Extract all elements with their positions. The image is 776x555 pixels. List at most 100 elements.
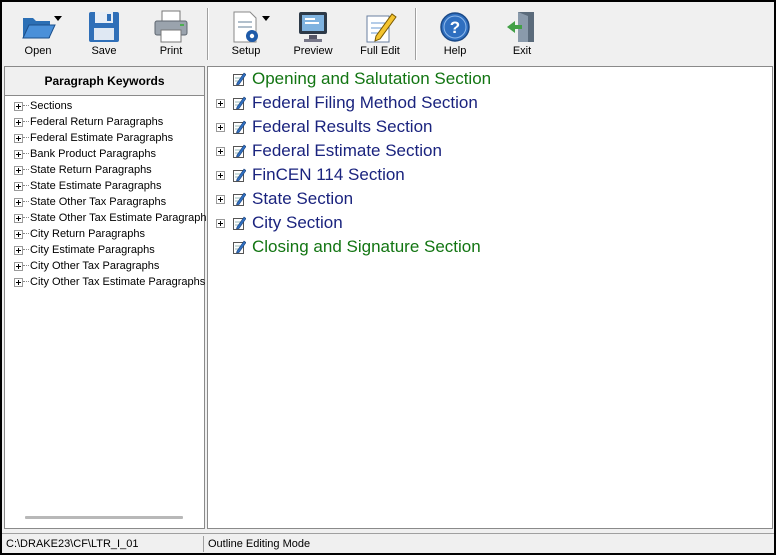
help-label: Help [443, 45, 467, 57]
document-edit-icon [233, 96, 246, 110]
expand-icon[interactable] [14, 262, 23, 271]
tree-item-label: State Return Paragraphs [30, 164, 152, 176]
tree-connector [23, 249, 29, 250]
tree-item-federal-return[interactable]: Federal Return Paragraphs [5, 114, 204, 130]
tree-item-state-return[interactable]: State Return Paragraphs [5, 162, 204, 178]
tree-item-state-other-tax[interactable]: State Other Tax Paragraphs [5, 194, 204, 210]
outline-section-opening[interactable]: Opening and Salutation Section [208, 67, 768, 91]
svg-text:?: ? [450, 18, 460, 37]
tree-item-bank-product[interactable]: Bank Product Paragraphs [5, 146, 204, 162]
keyword-tree: Sections Federal Return Paragraphs Feder… [5, 98, 212, 290]
document-edit-icon [233, 192, 246, 206]
tree-item-label: Sections [30, 100, 73, 112]
tree-item-state-estimate[interactable]: State Estimate Paragraphs [5, 178, 204, 194]
tree-connector [23, 281, 29, 282]
tree-item-label: State Other Tax Paragraphs [30, 196, 167, 208]
tree-item-city-other-tax[interactable]: City Other Tax Paragraphs [5, 258, 204, 274]
expand-icon[interactable] [216, 195, 225, 204]
tree-item-label: City Other Tax Paragraphs [30, 260, 160, 272]
horizontal-scrollbar[interactable] [25, 516, 183, 519]
tree-connector [23, 233, 29, 234]
pencil-notepad-icon [366, 13, 397, 43]
outline-section-label: Federal Results Section [252, 117, 433, 136]
tree-item-label: City Other Tax Estimate Paragraphs [30, 276, 206, 288]
tree-item-label: Bank Product Paragraphs [30, 148, 156, 160]
outline-section-federal-filing[interactable]: Federal Filing Method Section [208, 91, 768, 115]
outline-section-closing[interactable]: Closing and Signature Section [208, 235, 768, 259]
open-button[interactable]: Open [8, 6, 68, 62]
toolbar-separator [415, 8, 417, 60]
paragraph-keywords-pane: Paragraph Keywords Sections Federal Retu… [4, 66, 212, 529]
expand-icon[interactable] [14, 102, 23, 111]
outline-section-city[interactable]: City Section [208, 211, 768, 235]
tree-item-label: City Estimate Paragraphs [30, 244, 155, 256]
tree-connector [23, 185, 29, 186]
tree-item-label: Federal Return Paragraphs [30, 116, 164, 128]
print-label: Print [159, 45, 183, 57]
expand-icon[interactable] [216, 147, 225, 156]
outline-section-label: State Section [252, 189, 354, 208]
expand-icon[interactable] [14, 134, 23, 143]
monitor-preview-icon [299, 12, 327, 42]
expand-icon[interactable] [14, 182, 23, 191]
outline-section-state[interactable]: State Section [208, 187, 768, 211]
tree-connector [23, 217, 29, 218]
expand-icon[interactable] [216, 219, 225, 228]
pane-title: Paragraph Keywords [5, 67, 204, 96]
document-gear-icon [233, 11, 258, 43]
tree-item-state-other-tax-estimate[interactable]: State Other Tax Estimate Paragraphs [5, 210, 212, 226]
expand-icon[interactable] [14, 166, 23, 175]
letter-editor-window: Open Save Print Setup Preview Full Edit … [0, 0, 776, 555]
chevron-down-icon[interactable] [262, 16, 270, 21]
expand-icon[interactable] [216, 171, 225, 180]
expand-icon[interactable] [216, 123, 225, 132]
expand-icon[interactable] [14, 230, 23, 239]
print-button[interactable]: Print [141, 6, 201, 62]
tree-item-label: State Estimate Paragraphs [30, 180, 162, 192]
chevron-down-icon[interactable] [54, 16, 62, 21]
outline-section-label: Federal Filing Method Section [252, 93, 478, 112]
question-circle-icon: ? [440, 12, 470, 42]
tree-connector [23, 265, 29, 266]
outline-section-fincen[interactable]: FinCEN 114 Section [208, 163, 768, 187]
exit-button[interactable]: Exit [492, 6, 552, 62]
expand-icon[interactable] [14, 118, 23, 127]
expand-icon[interactable] [14, 246, 23, 255]
outline-section-federal-estimate[interactable]: Federal Estimate Section [208, 139, 768, 163]
expand-icon[interactable] [14, 214, 23, 223]
tree-connector [23, 169, 29, 170]
status-separator [203, 536, 204, 552]
help-button[interactable]: ? Help [425, 6, 485, 62]
toolbar: Open Save Print Setup Preview Full Edit … [2, 2, 774, 64]
tree-item-city-return[interactable]: City Return Paragraphs [5, 226, 204, 242]
outline-section-label: Closing and Signature Section [252, 237, 481, 256]
expand-icon[interactable] [14, 150, 23, 159]
exit-label: Exit [512, 45, 532, 57]
outline-section-label: City Section [252, 213, 343, 232]
outline-section-federal-results[interactable]: Federal Results Section [208, 115, 768, 139]
tree-item-city-other-tax-estimate[interactable]: City Other Tax Estimate Paragraphs [5, 274, 206, 290]
document-edit-icon [233, 216, 246, 230]
full-edit-label: Full Edit [360, 45, 400, 57]
exit-door-icon [507, 12, 534, 42]
tree-item-label: State Other Tax Estimate Paragraphs [30, 212, 212, 224]
tree-item-federal-estimate[interactable]: Federal Estimate Paragraphs [5, 130, 204, 146]
preview-button[interactable]: Preview [283, 6, 343, 62]
floppy-disk-icon [89, 12, 119, 42]
full-edit-button[interactable]: Full Edit [350, 6, 410, 62]
folder-open-icon [22, 18, 56, 39]
tree-connector [23, 105, 29, 106]
outline-section-label: Federal Estimate Section [252, 141, 442, 160]
tree-item-sections[interactable]: Sections [5, 98, 204, 114]
tree-connector [23, 121, 29, 122]
document-edit-icon [233, 120, 246, 134]
save-button[interactable]: Save [74, 6, 134, 62]
expand-icon[interactable] [14, 278, 23, 287]
setup-button[interactable]: Setup [216, 6, 276, 62]
toolbar-separator [207, 8, 209, 60]
expand-icon[interactable] [14, 198, 23, 207]
setup-label: Setup [231, 45, 261, 57]
expand-icon[interactable] [216, 99, 225, 108]
tree-item-city-estimate[interactable]: City Estimate Paragraphs [5, 242, 204, 258]
status-bar: C:\DRAKE23\CF\LTR_I_01 Outline Editing M… [2, 533, 774, 553]
